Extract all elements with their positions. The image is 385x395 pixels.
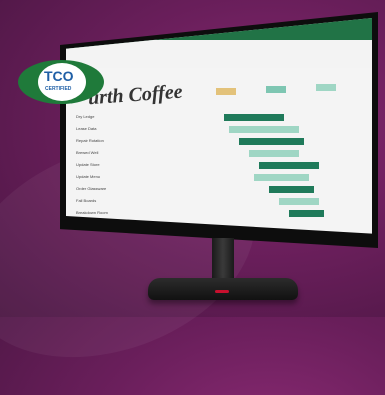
gantt-row: Update Menu	[74, 174, 369, 183]
product-photo: urth Coffee Dry Ledge Lease Data Repair Ro…	[0, 0, 385, 395]
gantt-row: Order Glassware	[74, 186, 369, 195]
gantt-bar	[289, 210, 324, 217]
lenovo-logo	[215, 290, 229, 293]
row-label: Update Store	[76, 162, 100, 167]
row-label: Update Menu	[76, 174, 101, 179]
row-label: Order Glassware	[76, 186, 107, 191]
gantt-row: Dry Ledge	[74, 114, 369, 123]
monitor-stand-base	[148, 278, 298, 300]
gantt-row: Lease Data	[74, 126, 369, 135]
row-label: Repair Rotation	[76, 138, 104, 143]
gantt-row: Repair Rotation	[74, 138, 369, 147]
tco-certified-text: CERTIFIED	[45, 86, 72, 92]
gantt-row: Fall Boards	[74, 198, 369, 207]
gantt-bar	[224, 114, 284, 121]
row-label: Brewed Well	[76, 150, 99, 155]
gantt-bar	[249, 150, 299, 157]
gantt-row: Update Store	[74, 162, 369, 171]
legend-actual-swatch	[266, 86, 286, 93]
excel-toolbar	[66, 40, 372, 68]
gantt-bar	[259, 162, 319, 169]
gantt-bar	[269, 186, 314, 193]
gantt-row: Brewed Well	[74, 150, 369, 159]
tco-brand-text: TCO	[44, 68, 74, 84]
row-label: Breakdown Room	[76, 210, 108, 215]
row-label: Fall Boards	[76, 198, 97, 203]
gantt-row: Breakdown Room	[74, 210, 369, 219]
gantt-grid: Dry Ledge Lease Data Repair Rotation Brewed…	[74, 114, 369, 234]
tco-certified-logo: TCO CERTIFIED	[18, 60, 104, 104]
gantt-bar	[279, 198, 319, 205]
gantt-bar	[254, 174, 309, 181]
row-label: Lease Data	[76, 126, 97, 131]
legend-complete-swatch	[316, 84, 336, 91]
gantt-bar	[229, 126, 299, 133]
legend-plan-swatch	[216, 88, 236, 95]
gantt-bar	[239, 138, 304, 145]
monitor-screen: urth Coffee Dry Ledge Lease Data Repair Ro…	[66, 18, 372, 234]
row-label: Dry Ledge	[76, 114, 95, 119]
